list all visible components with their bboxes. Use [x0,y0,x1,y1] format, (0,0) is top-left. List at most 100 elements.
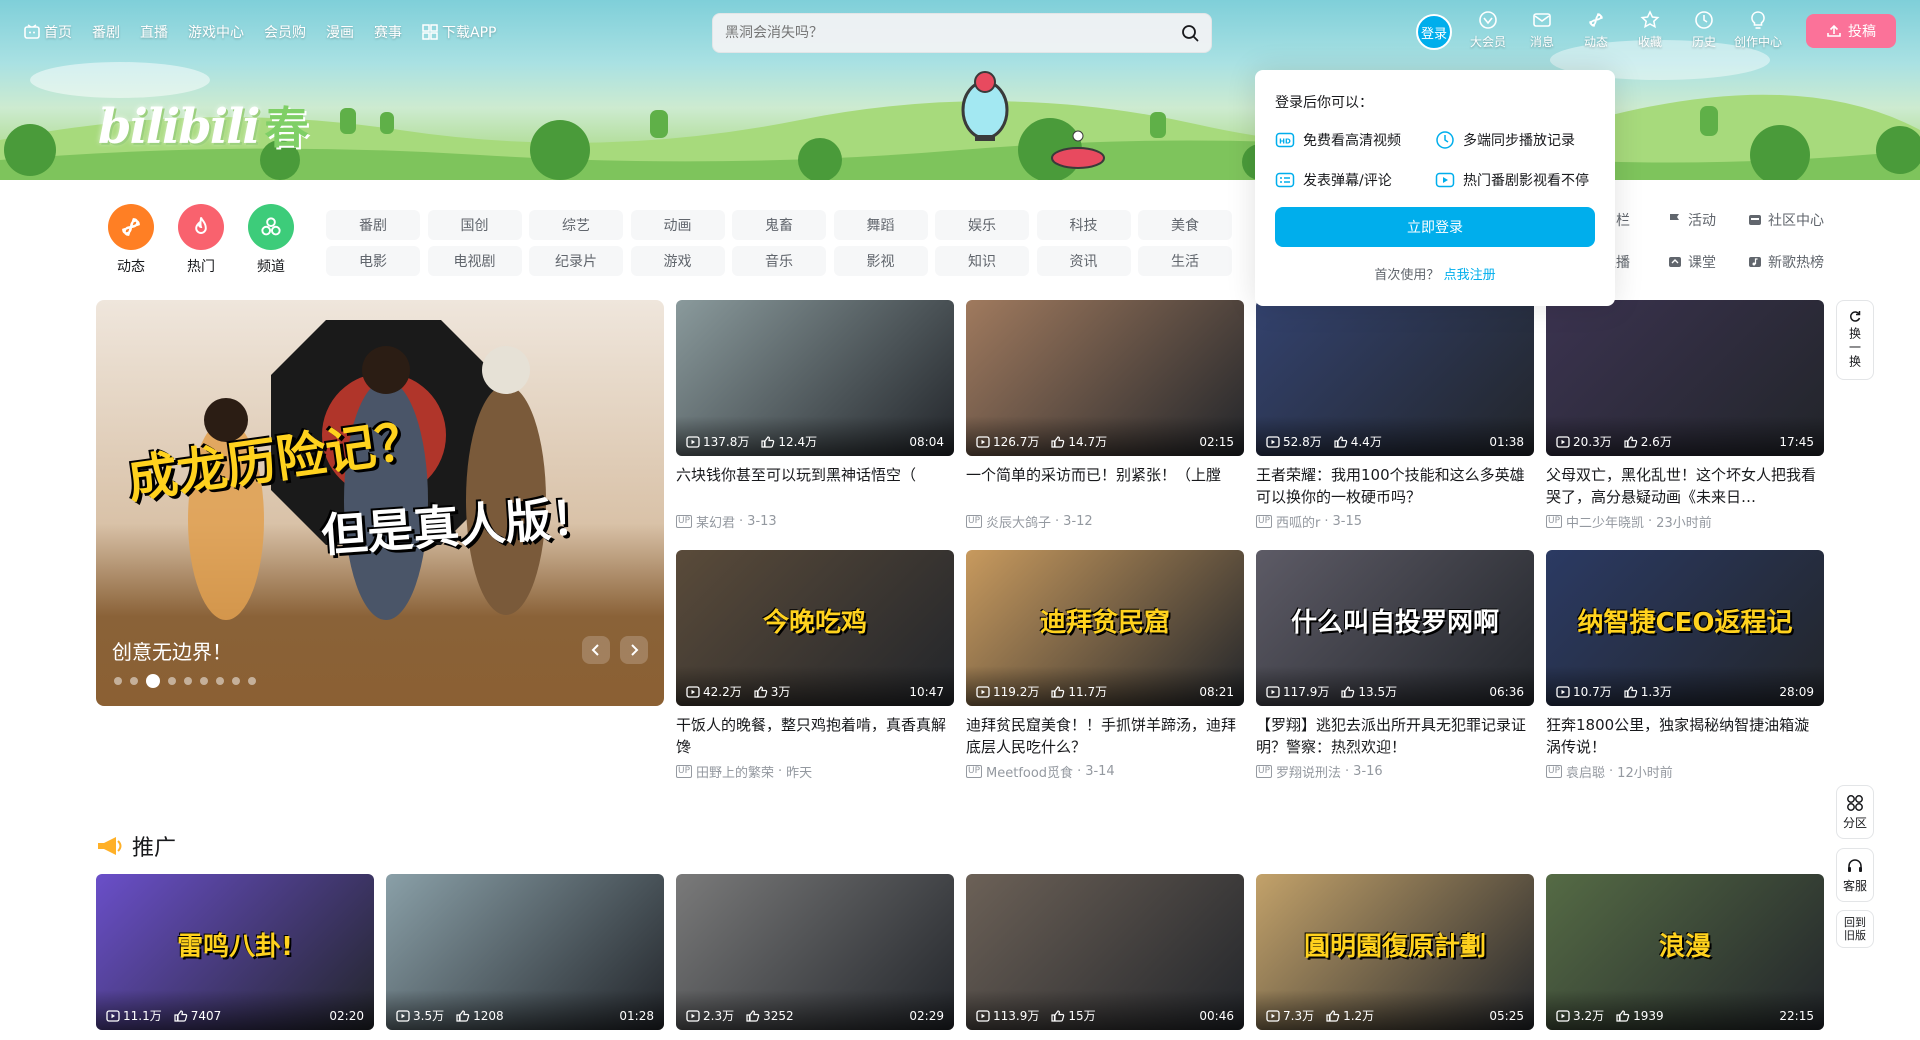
video-thumbnail[interactable]: 迪拜贫民窟 119.2万 11.7万 08:21 [966,550,1244,706]
video-card[interactable]: 126.7万 14.7万 02:15 一个简单的采访而已！别紧张！（上膛 UP 炎辰大鸽子… [966,300,1244,531]
video-card[interactable]: 137.8万 12.4万 08:04 六块钱你甚至可以玩到黑神话悟空（ UP 某幻君 · 3-… [676,300,954,531]
nav-manga[interactable]: 漫画 [326,22,354,42]
carousel-dot[interactable] [184,677,192,685]
carousel-dot[interactable] [232,677,240,685]
video-thumbnail[interactable]: 纳智捷CEO返程记 10.7万 1.3万 28:09 [1546,550,1824,706]
channel-tag[interactable]: 动画 [630,210,725,240]
nav-live[interactable]: 直播 [140,22,168,42]
channel-dynamic[interactable]: 动态 [96,204,166,276]
video-thumbnail[interactable]: 什么叫自投罗网啊 117.9万 13.5万 06:36 [1256,550,1534,706]
channel-hot[interactable]: 热门 [166,204,236,276]
carousel-dot[interactable] [114,677,122,685]
video-card[interactable]: 113.9万 15万 00:46 [966,874,1244,1030]
video-thumbnail[interactable]: 浪漫 3.2万 1939 22:15 [1546,874,1824,1030]
video-author[interactable]: 田野上的繁荣 [696,762,774,781]
upload-button[interactable]: 投稿 [1806,14,1896,48]
carousel-dot[interactable] [216,677,224,685]
nav-esports[interactable]: 赛事 [374,22,402,42]
video-card[interactable]: 什么叫自投罗网啊 117.9万 13.5万 06:36 【罗翔】逃犯去派出所开具无犯罪记… [1256,550,1534,781]
customer-service-button[interactable]: 客服 [1836,848,1874,902]
channel-tag[interactable]: 纪录片 [529,246,623,276]
old-version-button[interactable]: 回到旧版 [1836,910,1874,948]
video-author[interactable]: 炎辰大鸽子 [986,512,1051,531]
video-title[interactable]: 一个简单的采访而已！别紧张！（上膛 [966,464,1244,508]
video-author[interactable]: 西呱的r [1276,512,1320,531]
channel-music-chart[interactable]: 新歌热榜 [1748,252,1824,272]
header-history[interactable]: 历史 [1680,10,1728,50]
channel-tag[interactable]: 资讯 [1036,246,1131,276]
nav-bangumi[interactable]: 番剧 [92,22,120,42]
video-card[interactable]: 浪漫 3.2万 1939 22:15 [1546,874,1824,1030]
channel-tag[interactable]: 电视剧 [427,246,522,276]
video-title[interactable]: 狂奔1800公里，独家揭秘纳智捷油箱漩涡传说！ [1546,714,1824,758]
video-author[interactable]: 罗翔说刑法 [1276,762,1341,781]
video-author[interactable]: 袁启聪 [1566,762,1605,781]
header-creator-center[interactable]: 创作中心 [1734,10,1782,50]
video-card[interactable]: 雷鸣八卦! 11.1万 7407 02:20 [96,874,374,1030]
header-favorites[interactable]: 收藏 [1626,10,1674,50]
video-title[interactable]: 王者荣耀：我用100个技能和这么多英雄可以换你的一枚硬币吗？ [1256,464,1534,508]
video-card[interactable]: 圓明園復原計劃 7.3万 1.2万 05:25 [1256,874,1534,1030]
channel-tag[interactable]: 娱乐 [935,210,1029,240]
video-thumbnail[interactable]: 52.8万 4.4万 01:38 [1256,300,1534,456]
video-title[interactable]: 迪拜贫民窟美食！！手抓饼羊蹄汤，迪拜底层人民吃什么？ [966,714,1244,758]
search-icon[interactable] [1181,24,1199,42]
header-vip[interactable]: 大会员 [1464,10,1512,50]
channel-tag[interactable]: 番剧 [326,210,420,240]
video-card[interactable]: 20.3万 2.6万 17:45 父母双亡，黑化乱世！这个坏女人把我看哭了，高分悬疑动… [1546,300,1824,531]
hero-carousel[interactable]: 成龙历险记？ 但是真人版！ 创意无边界！ [96,300,664,706]
carousel-dot[interactable] [248,677,256,685]
video-card[interactable]: 迪拜贫民窟 119.2万 11.7万 08:21 迪拜贫民窟美食！！手抓饼羊蹄汤，迪拜底… [966,550,1244,781]
channel-tag[interactable]: 国创 [427,210,522,240]
video-thumbnail[interactable]: 20.3万 2.6万 17:45 [1546,300,1824,456]
nav-mall[interactable]: 会员购 [264,22,306,42]
video-thumbnail[interactable]: 3.5万 1208 01:28 [386,874,664,1030]
channel-tag[interactable]: 影视 [833,246,928,276]
video-title[interactable]: 【罗翔】逃犯去派出所开具无犯罪记录证明？警察：热烈欢迎！ [1256,714,1534,758]
carousel-prev-button[interactable] [582,636,610,664]
header-messages[interactable]: 消息 [1518,10,1566,50]
nav-home[interactable]: 首页 [24,22,72,42]
video-thumbnail[interactable]: 113.9万 15万 00:46 [966,874,1244,1030]
channel-tag[interactable]: 综艺 [529,210,623,240]
video-thumbnail[interactable]: 2.3万 3252 02:29 [676,874,954,1030]
video-card[interactable]: 纳智捷CEO返程记 10.7万 1.3万 28:09 狂奔1800公里，独家揭秘纳智捷油… [1546,550,1824,781]
channel-channels[interactable]: 频道 [236,204,306,276]
carousel-dot[interactable] [168,677,176,685]
video-thumbnail[interactable]: 今晚吃鸡 42.2万 3万 10:47 [676,550,954,706]
refresh-button[interactable]: 换一换 [1836,300,1874,380]
carousel-dot[interactable] [130,677,138,685]
channel-community[interactable]: 社区中心 [1748,210,1824,230]
login-avatar-button[interactable]: 登录 [1416,14,1452,50]
video-thumbnail[interactable]: 圓明園復原計劃 7.3万 1.2万 05:25 [1256,874,1534,1030]
header-dynamics[interactable]: 动态 [1572,10,1620,50]
channel-tag[interactable]: 科技 [1036,210,1131,240]
video-author[interactable]: 某幻君 [696,512,735,531]
video-title[interactable]: 干饭人的晚餐，整只鸡抱着啃，真香真解馋 [676,714,954,758]
channel-tag[interactable]: 游戏 [630,246,725,276]
login-now-button[interactable]: 立即登录 [1275,207,1595,247]
video-card[interactable]: 今晚吃鸡 42.2万 3万 10:47 干饭人的晚餐，整只鸡抱着啃，真香真解馋 UP 田野上… [676,550,954,781]
channel-tag[interactable]: 美食 [1138,210,1232,240]
channel-tag[interactable]: 电影 [326,246,420,276]
video-card[interactable]: 3.5万 1208 01:28 [386,874,664,1030]
section-button[interactable]: 分区 [1836,785,1874,839]
carousel-next-button[interactable] [620,636,648,664]
carousel-dot[interactable] [200,677,208,685]
video-thumbnail[interactable]: 126.7万 14.7万 02:15 [966,300,1244,456]
search-input[interactable] [725,25,1181,41]
nav-download-app[interactable]: 下载APP [422,22,496,42]
video-title[interactable]: 父母双亡，黑化乱世！这个坏女人把我看哭了，高分悬疑动画《未来日… [1546,464,1824,508]
bilibili-logo[interactable]: bilibili 春 [98,92,309,156]
channel-activity[interactable]: 活动 [1668,210,1716,230]
channel-tag[interactable]: 鬼畜 [732,210,826,240]
video-thumbnail[interactable]: 雷鸣八卦! 11.1万 7407 02:20 [96,874,374,1030]
nav-game-center[interactable]: 游戏中心 [188,22,244,42]
carousel-dot[interactable] [146,674,160,688]
video-title[interactable]: 六块钱你甚至可以玩到黑神话悟空（ [676,464,954,508]
video-card[interactable]: 52.8万 4.4万 01:38 王者荣耀：我用100个技能和这么多英雄可以换你的一枚… [1256,300,1534,531]
channel-tag[interactable]: 舞蹈 [833,210,928,240]
channel-tag[interactable]: 生活 [1138,246,1232,276]
register-link[interactable]: 点我注册 [1444,268,1496,283]
video-author[interactable]: Meetfood觅食 [986,762,1073,781]
